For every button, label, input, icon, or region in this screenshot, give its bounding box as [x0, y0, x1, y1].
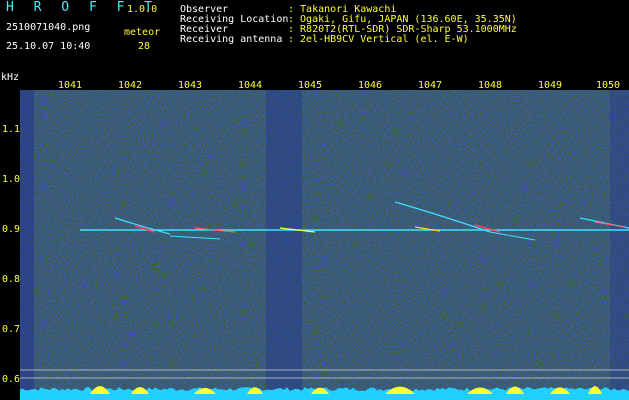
frequency-tick-label: 0.6	[2, 374, 21, 385]
time-tick-label: 1047	[418, 80, 443, 91]
time-tick-label: 1046	[358, 80, 383, 91]
frequency-tick-label: 0.9	[2, 224, 21, 235]
noise-field	[20, 90, 629, 400]
frequency-tick-label: 1.0	[2, 174, 21, 185]
info-values: : Takanori Kawachi : Ogaki, Gifu, JAPAN …	[288, 5, 517, 45]
info-label-antenna: Receiving antenna	[180, 34, 283, 45]
noise-band-right	[610, 90, 629, 400]
spectrogram	[20, 90, 629, 400]
frequency-tick-label: 1.1	[2, 124, 21, 135]
time-tick-label: 1042	[118, 80, 143, 91]
meteor-count: 28	[138, 41, 151, 52]
file-name: 2510071040.png	[6, 22, 91, 33]
info-value-antenna: : 2el-HB9CV Vertical (el. E-W)	[288, 34, 469, 45]
time-tick-label: 1041	[58, 80, 83, 91]
frequency-tick-label: 0.7	[2, 324, 21, 335]
time-tick-label: 1044	[238, 80, 263, 91]
frequency-unit: kHz	[1, 72, 20, 83]
app-version: 1.0.0	[127, 4, 158, 15]
meteor-label: meteor	[124, 27, 161, 38]
time-tick-label: 1043	[178, 80, 203, 91]
noise-band-center	[266, 90, 302, 400]
time-tick-label: 1050	[596, 80, 621, 91]
frequency-tick-label: 0.8	[2, 274, 21, 285]
info-labels: Observer Receiving Location Receiver Rec…	[180, 5, 288, 45]
time-tick-label: 1048	[478, 80, 503, 91]
time-tick-label: 1045	[298, 80, 323, 91]
hrofft-window: { "app": { "title": "H R O F F T", "vers…	[0, 0, 629, 400]
time-tick-label: 1049	[538, 80, 563, 91]
file-datetime: 25.10.07 10:40	[6, 41, 91, 52]
noise-band-left	[20, 90, 34, 400]
